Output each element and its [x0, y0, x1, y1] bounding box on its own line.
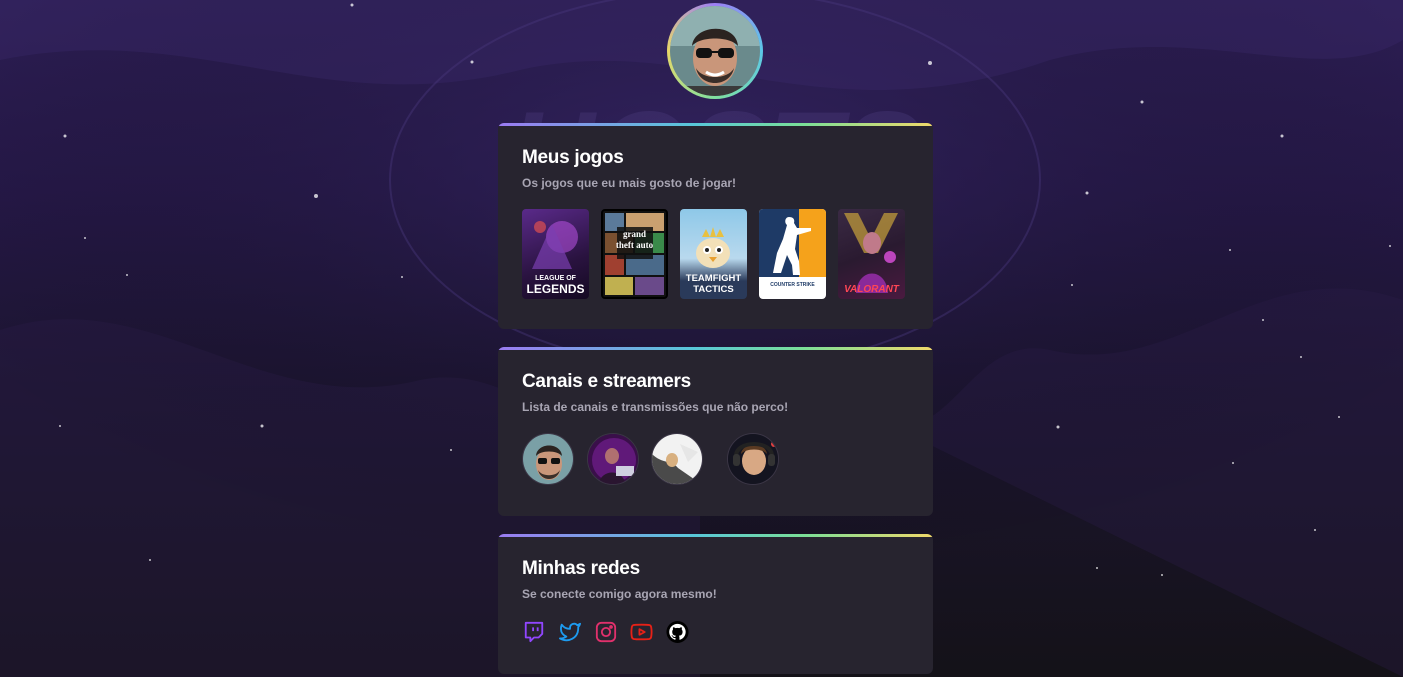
instagram-icon[interactable] — [594, 620, 617, 643]
game-caption-line1: VALORANT — [844, 284, 899, 295]
game-caption-line1: COUNTER STRIKE — [770, 282, 815, 288]
streamer-photo — [588, 434, 638, 484]
games-title: Meus jogos — [522, 147, 624, 168]
game-caption-line1: grand — [622, 229, 646, 239]
games-list: LEAGUE OF LEGENDS grand theft auto TEAMF… — [522, 209, 905, 299]
games-subtitle: Os jogos que eu mais gosto de jogar! — [522, 176, 737, 190]
game-counter-strike[interactable]: COUNTER STRIKE — [759, 209, 826, 299]
socials-list — [522, 620, 689, 643]
game-valorant[interactable]: VALORANT — [838, 209, 905, 299]
github-icon[interactable] — [666, 620, 689, 643]
streamer-avatar[interactable] — [727, 433, 779, 485]
streamer-avatar[interactable] — [522, 433, 574, 485]
streamers-card: Canais e streamers Lista de canais e tra… — [498, 347, 933, 516]
youtube-icon[interactable] — [630, 620, 653, 643]
socials-card: Minhas redes Se conecte comigo agora mes… — [498, 534, 933, 674]
avatar-photo — [670, 6, 760, 96]
game-gta-v[interactable]: grand theft auto — [601, 209, 668, 299]
streamers-title: Canais e streamers — [522, 371, 691, 392]
gta-art — [605, 213, 664, 295]
streamer-avatar[interactable] — [651, 433, 703, 485]
game-caption-line1: TEAMFIGHT — [685, 273, 742, 284]
game-caption-line2: theft auto — [615, 240, 654, 250]
socials-title: Minhas redes — [522, 558, 640, 579]
streamer-photo — [523, 434, 573, 484]
twitter-icon[interactable] — [558, 620, 581, 643]
streamers-subtitle: Lista de canais e transmissões que não p… — [522, 400, 789, 414]
streamer-avatar[interactable] — [587, 433, 639, 485]
profile-avatar — [667, 3, 763, 99]
game-league-of-legends[interactable]: LEAGUE OF LEGENDS — [522, 209, 589, 299]
game-caption-line2: LEGENDS — [526, 282, 585, 296]
streamers-list — [522, 433, 779, 485]
streamer-photo — [728, 434, 778, 484]
game-teamfight-tactics[interactable]: TEAMFIGHT TACTICS — [680, 209, 747, 299]
game-caption-line2: TACTICS — [693, 284, 734, 295]
streamer-photo — [652, 434, 702, 484]
socials-subtitle: Se conecte comigo agora mesmo! — [522, 587, 717, 601]
twitch-icon[interactable] — [522, 620, 545, 643]
games-card: Meus jogos Os jogos que eu mais gosto de… — [498, 123, 933, 329]
